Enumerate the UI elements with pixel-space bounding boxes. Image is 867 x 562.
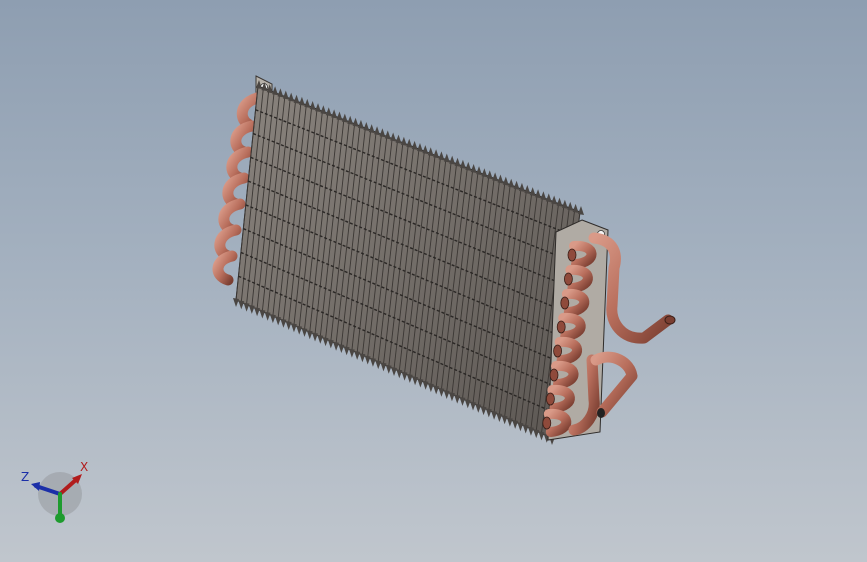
view-orientation-triad[interactable]: X Z [14,456,94,536]
graphics-viewport[interactable]: X Z [0,0,867,562]
fin-pack [235,85,581,439]
y-axis-end [55,513,65,523]
heat-exchanger-model[interactable] [0,0,867,562]
z-axis-label: Z [21,470,29,484]
z-axis-arrow [31,482,40,491]
x-axis-label: X [80,460,88,474]
